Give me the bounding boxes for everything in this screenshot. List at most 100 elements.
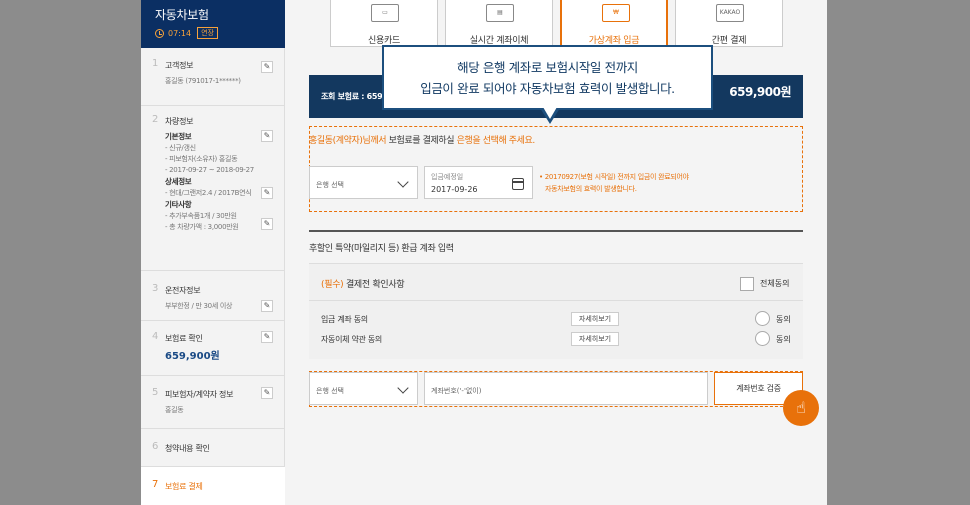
customer-name: 홍길동(계약자)님께서: [309, 136, 387, 146]
agree-label: 동의: [776, 335, 791, 344]
chevron-down-icon: [397, 176, 409, 188]
notice-emphasis: 은행을 선택해 주세요.: [456, 136, 536, 146]
agree-radio[interactable]: [755, 311, 770, 326]
tooltip-line: 해당 은행 계좌로 보험시작일 전까지: [457, 60, 638, 75]
tooltip-pointer-inner: [543, 107, 557, 119]
chevron-down-icon: [397, 382, 409, 394]
notice-text: 보험료를 결제하실: [386, 136, 457, 146]
consent-box: (필수) 결제전 확인사항 전체동의 입금 계좌 동의 자세히보기 동의 자동이…: [309, 263, 803, 359]
step-number: 4: [152, 331, 159, 342]
money-bag-icon: ₩: [602, 4, 630, 22]
edit-pencil-icon[interactable]: ✎: [261, 387, 273, 399]
date-value: 2017-09-26: [431, 185, 478, 194]
step-detail: - 추가부속품1개 / 30만원: [165, 212, 237, 220]
step-detail: - 신규/갱신: [165, 144, 196, 152]
agree-all-checkbox[interactable]: [740, 277, 754, 291]
divider: [141, 270, 285, 271]
atm-icon: ▤: [486, 4, 514, 22]
deposit-hint: • 20170927(보험 시작일) 전까지 입금이 완료되어야 자동차보험의 …: [539, 171, 689, 195]
divider: [141, 375, 285, 376]
consent-title: 결제전 확인사항: [343, 280, 405, 290]
step-title: 청약내용 확인: [165, 444, 210, 453]
consent-header: (필수) 결제전 확인사항: [321, 277, 405, 290]
agree-label: 동의: [776, 315, 791, 324]
tap-hand-icon[interactable]: ☝: [783, 390, 819, 426]
step-title: 운전자정보: [165, 286, 201, 295]
step-number: 1: [152, 58, 159, 69]
view-detail-button[interactable]: 자세히보기: [571, 332, 619, 346]
consent-item-label: 자동이체 약관 동의: [321, 335, 382, 344]
sidebar-header: 자동차보험 07:14 연장: [141, 0, 285, 48]
step-vehicle: 2 차량정보 기본정보 - 신규/갱신 - 피보험자(소유자) 홍길동 - 20…: [141, 114, 285, 264]
edit-pencil-icon[interactable]: ✎: [261, 331, 273, 343]
deposit-date-field[interactable]: 입금예정일 2017-09-26: [424, 166, 533, 199]
session-timer: 07:14 연장: [155, 27, 271, 39]
progress-sidebar: 자동차보험 07:14 연장 1 고객정보 홍길동 (791017-1*****…: [141, 0, 285, 505]
step-driver: 3 운전자정보 부부한정 / 만 30세 이상 ✎: [141, 283, 285, 313]
step-number: 5: [152, 387, 159, 398]
clock-icon: [155, 28, 164, 38]
view-detail-button[interactable]: 자세히보기: [571, 312, 619, 326]
select-placeholder: 은행 선택: [316, 387, 344, 395]
step-title: 보험료 결제: [165, 482, 203, 491]
summary-label: 조회 보험료 : 659: [321, 92, 383, 101]
tooltip-line: 입금이 완료 되어야 자동차보험 효력이 발생합니다.: [420, 81, 675, 96]
hint-line: • 20170927(보험 시작일) 전까지 입금이 완료되어야: [539, 173, 689, 181]
divider: [141, 428, 285, 429]
step-detail: 부부한정 / 만 30세 이상: [165, 302, 233, 310]
extend-button[interactable]: 연장: [197, 27, 218, 39]
kakao-icon: KAKAO: [716, 4, 744, 22]
step-title: 보험료 확인: [165, 334, 203, 343]
premium-amount: 659,900원: [165, 351, 220, 362]
step-title: 피보험자/계약자 정보: [165, 390, 234, 399]
refund-section-title: 후할인 특약(마일리지 등) 환급 계좌 입력: [309, 244, 454, 254]
bank-select-notice: 홍길동(계약자)님께서 보험료를 결제하실 은행을 선택해 주세요.: [309, 133, 535, 146]
step-premium: 4 보험료 확인 659,900원 ✎: [141, 331, 285, 363]
step-review: 6 청약내용 확인: [141, 441, 285, 461]
summary-amount: 659,900원: [729, 85, 791, 99]
tab-easy-pay[interactable]: KAKAO 간편 결제: [675, 0, 783, 47]
credit-card-icon: ▭: [371, 4, 399, 22]
divider: [141, 105, 285, 106]
step-insured: 5 피보험자/계약자 정보 홍길동 ✎: [141, 387, 285, 417]
timer-value: 07:14: [168, 28, 192, 38]
select-placeholder: 은행 선택: [316, 181, 344, 189]
step-customer: 1 고객정보 홍길동 (791017-1******) ✎: [141, 58, 285, 98]
edit-pencil-icon[interactable]: ✎: [261, 187, 273, 199]
edit-pencil-icon[interactable]: ✎: [261, 61, 273, 73]
divider: [309, 300, 803, 301]
step-detail: - 총 차량가액 : 3,000만원: [165, 223, 239, 231]
required-tag: (필수): [321, 280, 344, 290]
refund-bank-select[interactable]: 은행 선택: [309, 372, 418, 405]
hint-line: 자동차보험의 효력이 발생합니다.: [545, 185, 637, 193]
edit-pencil-icon[interactable]: ✎: [261, 218, 273, 230]
step-detail: - 현대/그랜저2.4 / 2017B연식: [165, 189, 252, 197]
group-heading: 기타사항: [165, 200, 192, 209]
step-number: 2: [152, 114, 159, 125]
account-number-input[interactable]: 계좌번호('-'없이): [424, 372, 708, 405]
tab-credit-card[interactable]: ▭ 신용카드: [330, 0, 438, 47]
step-title: 차량정보: [165, 117, 194, 126]
calendar-icon[interactable]: [512, 178, 524, 190]
date-caption: 입금예정일: [431, 173, 464, 181]
step-number: 3: [152, 283, 159, 294]
group-heading: 상세정보: [165, 177, 192, 186]
product-title: 자동차보험: [155, 8, 209, 22]
edit-pencil-icon[interactable]: ✎: [261, 300, 273, 312]
consent-item-label: 입금 계좌 동의: [321, 315, 368, 324]
input-placeholder: 계좌번호('-'없이): [431, 387, 482, 395]
edit-pencil-icon[interactable]: ✎: [261, 130, 273, 142]
bank-select[interactable]: 은행 선택: [309, 166, 418, 199]
step-detail: 홍길동: [165, 406, 184, 414]
step-number: 6: [152, 441, 159, 452]
tab-virtual-account[interactable]: ₩ 가상계좌 입금: [560, 0, 668, 47]
step-payment: 7 보험료 결제: [141, 467, 285, 505]
step-detail: - 2017-09-27 ~ 2018-09-27: [165, 166, 254, 174]
step-detail: - 피보험자(소유자) 홍길동: [165, 155, 238, 163]
step-title: 고객정보: [165, 61, 194, 70]
step-number: 7: [152, 479, 159, 490]
agree-radio[interactable]: [755, 331, 770, 346]
section-divider: [309, 230, 803, 232]
divider: [141, 320, 285, 321]
tab-bank-transfer[interactable]: ▤ 실시간 계좌이체: [445, 0, 553, 47]
